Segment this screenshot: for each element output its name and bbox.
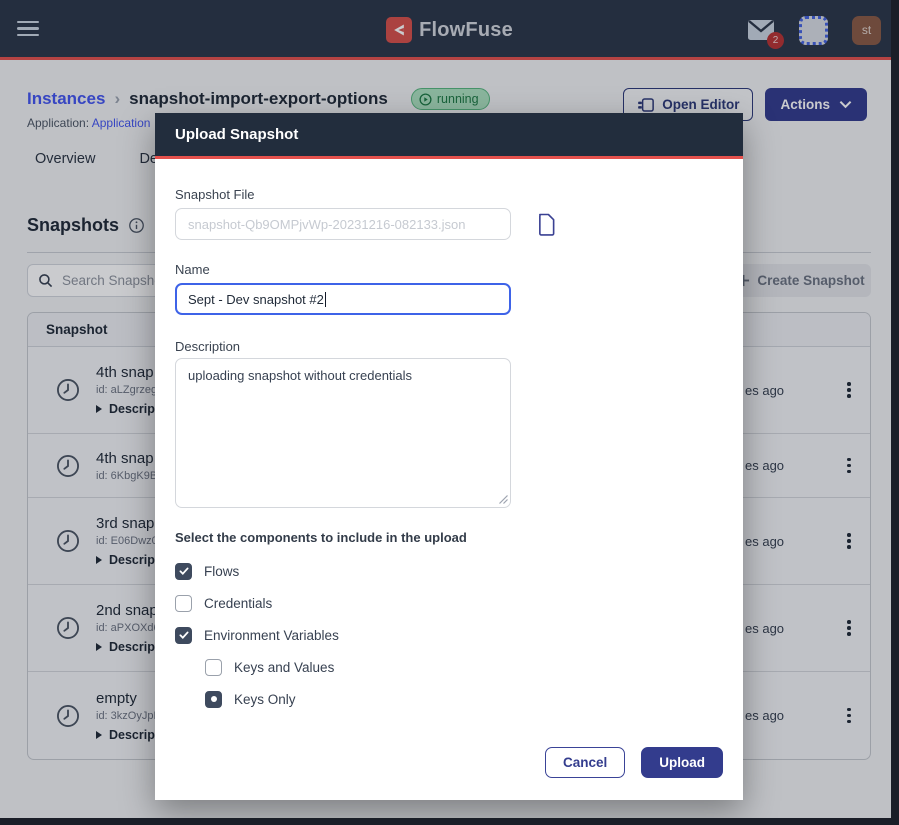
radio[interactable] (205, 691, 222, 708)
checkbox[interactable] (175, 563, 192, 580)
checkbox[interactable] (175, 595, 192, 612)
resize-handle[interactable] (499, 495, 508, 504)
component-option-label: Flows (204, 564, 239, 579)
description-textarea[interactable]: uploading snapshot without credentials (175, 358, 511, 508)
name-label: Name (175, 262, 723, 277)
component-option-label: Credentials (204, 596, 272, 611)
cancel-button[interactable]: Cancel (545, 747, 625, 778)
text-caret (325, 292, 326, 307)
document-icon (537, 212, 556, 236)
components-label: Select the components to include in the … (175, 530, 723, 545)
component-option[interactable]: Flows (175, 555, 723, 587)
upload-snapshot-modal: Upload Snapshot Snapshot File Name Sept … (155, 113, 743, 800)
component-option[interactable]: Keys and Values (205, 651, 723, 683)
name-input[interactable]: Sept - Dev snapshot #2 (175, 283, 511, 315)
upload-button[interactable]: Upload (641, 747, 723, 778)
component-option-label: Keys Only (234, 692, 296, 707)
modal-title: Upload Snapshot (175, 126, 298, 143)
component-option[interactable]: Credentials (175, 587, 723, 619)
component-option-label: Environment Variables (204, 628, 339, 643)
window-edge-bottom (0, 818, 899, 825)
radio[interactable] (205, 659, 222, 676)
component-option[interactable]: Keys Only (205, 683, 723, 715)
snapshot-file-input[interactable] (175, 208, 511, 240)
modal-header: Upload Snapshot (155, 113, 743, 159)
choose-file-button[interactable] (537, 212, 556, 236)
description-label: Description (175, 339, 723, 354)
checkbox[interactable] (175, 627, 192, 644)
component-option-label: Keys and Values (234, 660, 334, 675)
name-input-value: Sept - Dev snapshot #2 (188, 292, 324, 307)
component-option[interactable]: Environment Variables (175, 619, 723, 651)
snapshot-file-label: Snapshot File (175, 187, 723, 202)
window-edge-right (891, 0, 899, 825)
